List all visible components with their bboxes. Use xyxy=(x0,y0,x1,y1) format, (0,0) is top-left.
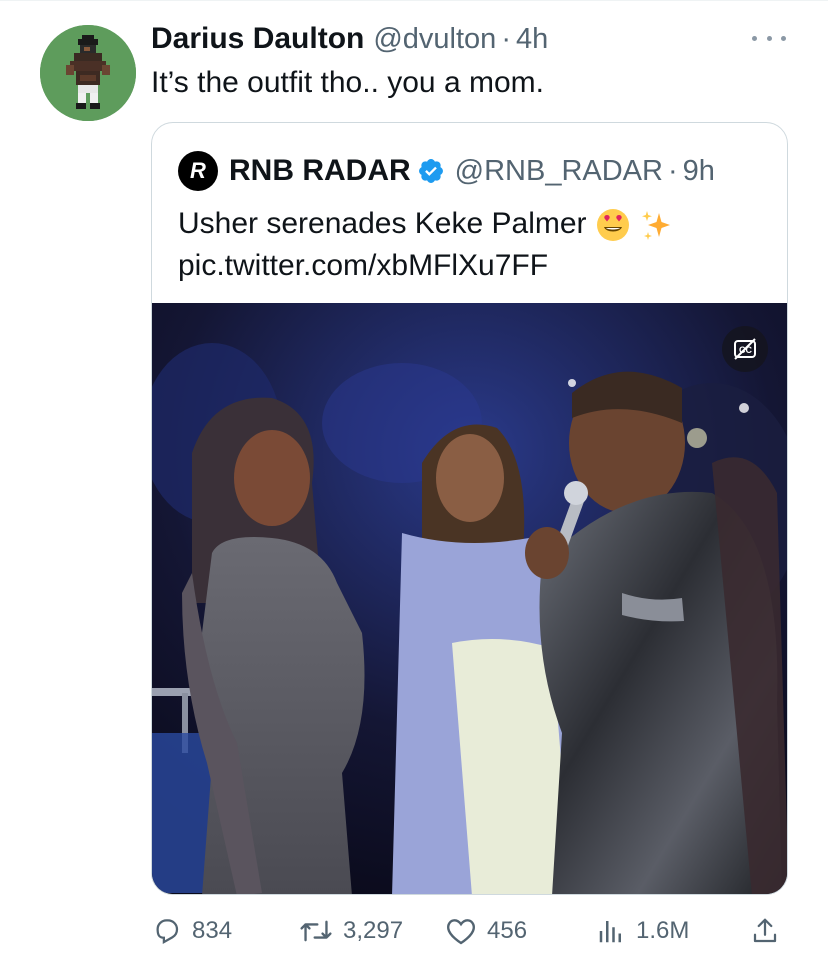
share-button[interactable] xyxy=(750,912,780,950)
retweet-count: 3,297 xyxy=(343,917,404,944)
retweet-icon xyxy=(300,920,332,942)
divider xyxy=(0,0,828,1)
quoted-author-name: RNB RADAR xyxy=(229,154,411,187)
pixel-football-player-avatar-icon xyxy=(40,25,136,121)
tweet-text: It’s the outfit tho.. you a mom. xyxy=(151,66,544,99)
view-count: 1.6M xyxy=(636,917,690,944)
like-count: 456 xyxy=(487,917,528,944)
reply-count: 834 xyxy=(192,917,233,944)
verified-badge-icon xyxy=(418,159,443,183)
separator-dot: · xyxy=(501,23,511,55)
more-dot xyxy=(781,35,786,41)
quoted-text-main: Usher serenades Keke Palmer xyxy=(178,207,587,240)
quoted-author-avatar: R xyxy=(178,151,218,191)
quoted-video[interactable]: CC xyxy=(152,303,787,894)
retweet-button[interactable]: 3,297 xyxy=(299,912,403,950)
reply-icon xyxy=(156,919,179,945)
quoted-author-handle: @RNB_RADAR xyxy=(454,154,663,187)
more-dot xyxy=(766,35,772,41)
quoted-tweet-header: R RNB RADAR @RNB_RADAR · 9h xyxy=(178,151,715,191)
author-avatar[interactable] xyxy=(40,25,136,121)
quoted-avatar-letter: R xyxy=(190,158,206,183)
captions-button[interactable]: CC xyxy=(722,326,768,372)
like-button[interactable]: 456 xyxy=(445,912,527,950)
heart-icon xyxy=(447,919,475,945)
tweet-actions: 834 3,297 456 1.6M xyxy=(152,912,788,950)
author-name[interactable]: Darius Daulton xyxy=(151,22,364,56)
quoted-tweet-card[interactable]: R RNB RADAR @RNB_RADAR · 9h Usher serena… xyxy=(151,122,788,895)
reply-button[interactable]: 834 xyxy=(152,912,232,950)
author-handle[interactable]: @dvulton xyxy=(373,23,496,56)
more-horizontal-icon[interactable] xyxy=(752,30,786,46)
share-icon xyxy=(753,918,777,943)
separator-dot: · xyxy=(667,154,678,187)
quoted-text-line: Usher serenades Keke Palmer xyxy=(178,203,768,245)
tweet-timestamp[interactable]: 4h xyxy=(516,23,548,56)
views-button[interactable]: 1.6M xyxy=(596,912,689,950)
quoted-tweet-text: Usher serenades Keke Palmer pic.twitter.… xyxy=(178,203,768,287)
quoted-media-link[interactable]: pic.twitter.com/xbMFlXu7FF xyxy=(178,245,768,287)
tweet-header: Darius Daulton @dvulton · 4h xyxy=(151,22,548,60)
more-dot xyxy=(752,35,757,41)
quoted-tweet-timestamp: 9h xyxy=(682,154,715,187)
closed-captions-off-icon: CC xyxy=(734,338,756,360)
views-bar-chart-icon xyxy=(599,921,621,943)
sparkles-emoji-icon xyxy=(641,211,670,241)
video-frame xyxy=(152,303,787,894)
heart-eyes-emoji-icon xyxy=(596,209,629,242)
